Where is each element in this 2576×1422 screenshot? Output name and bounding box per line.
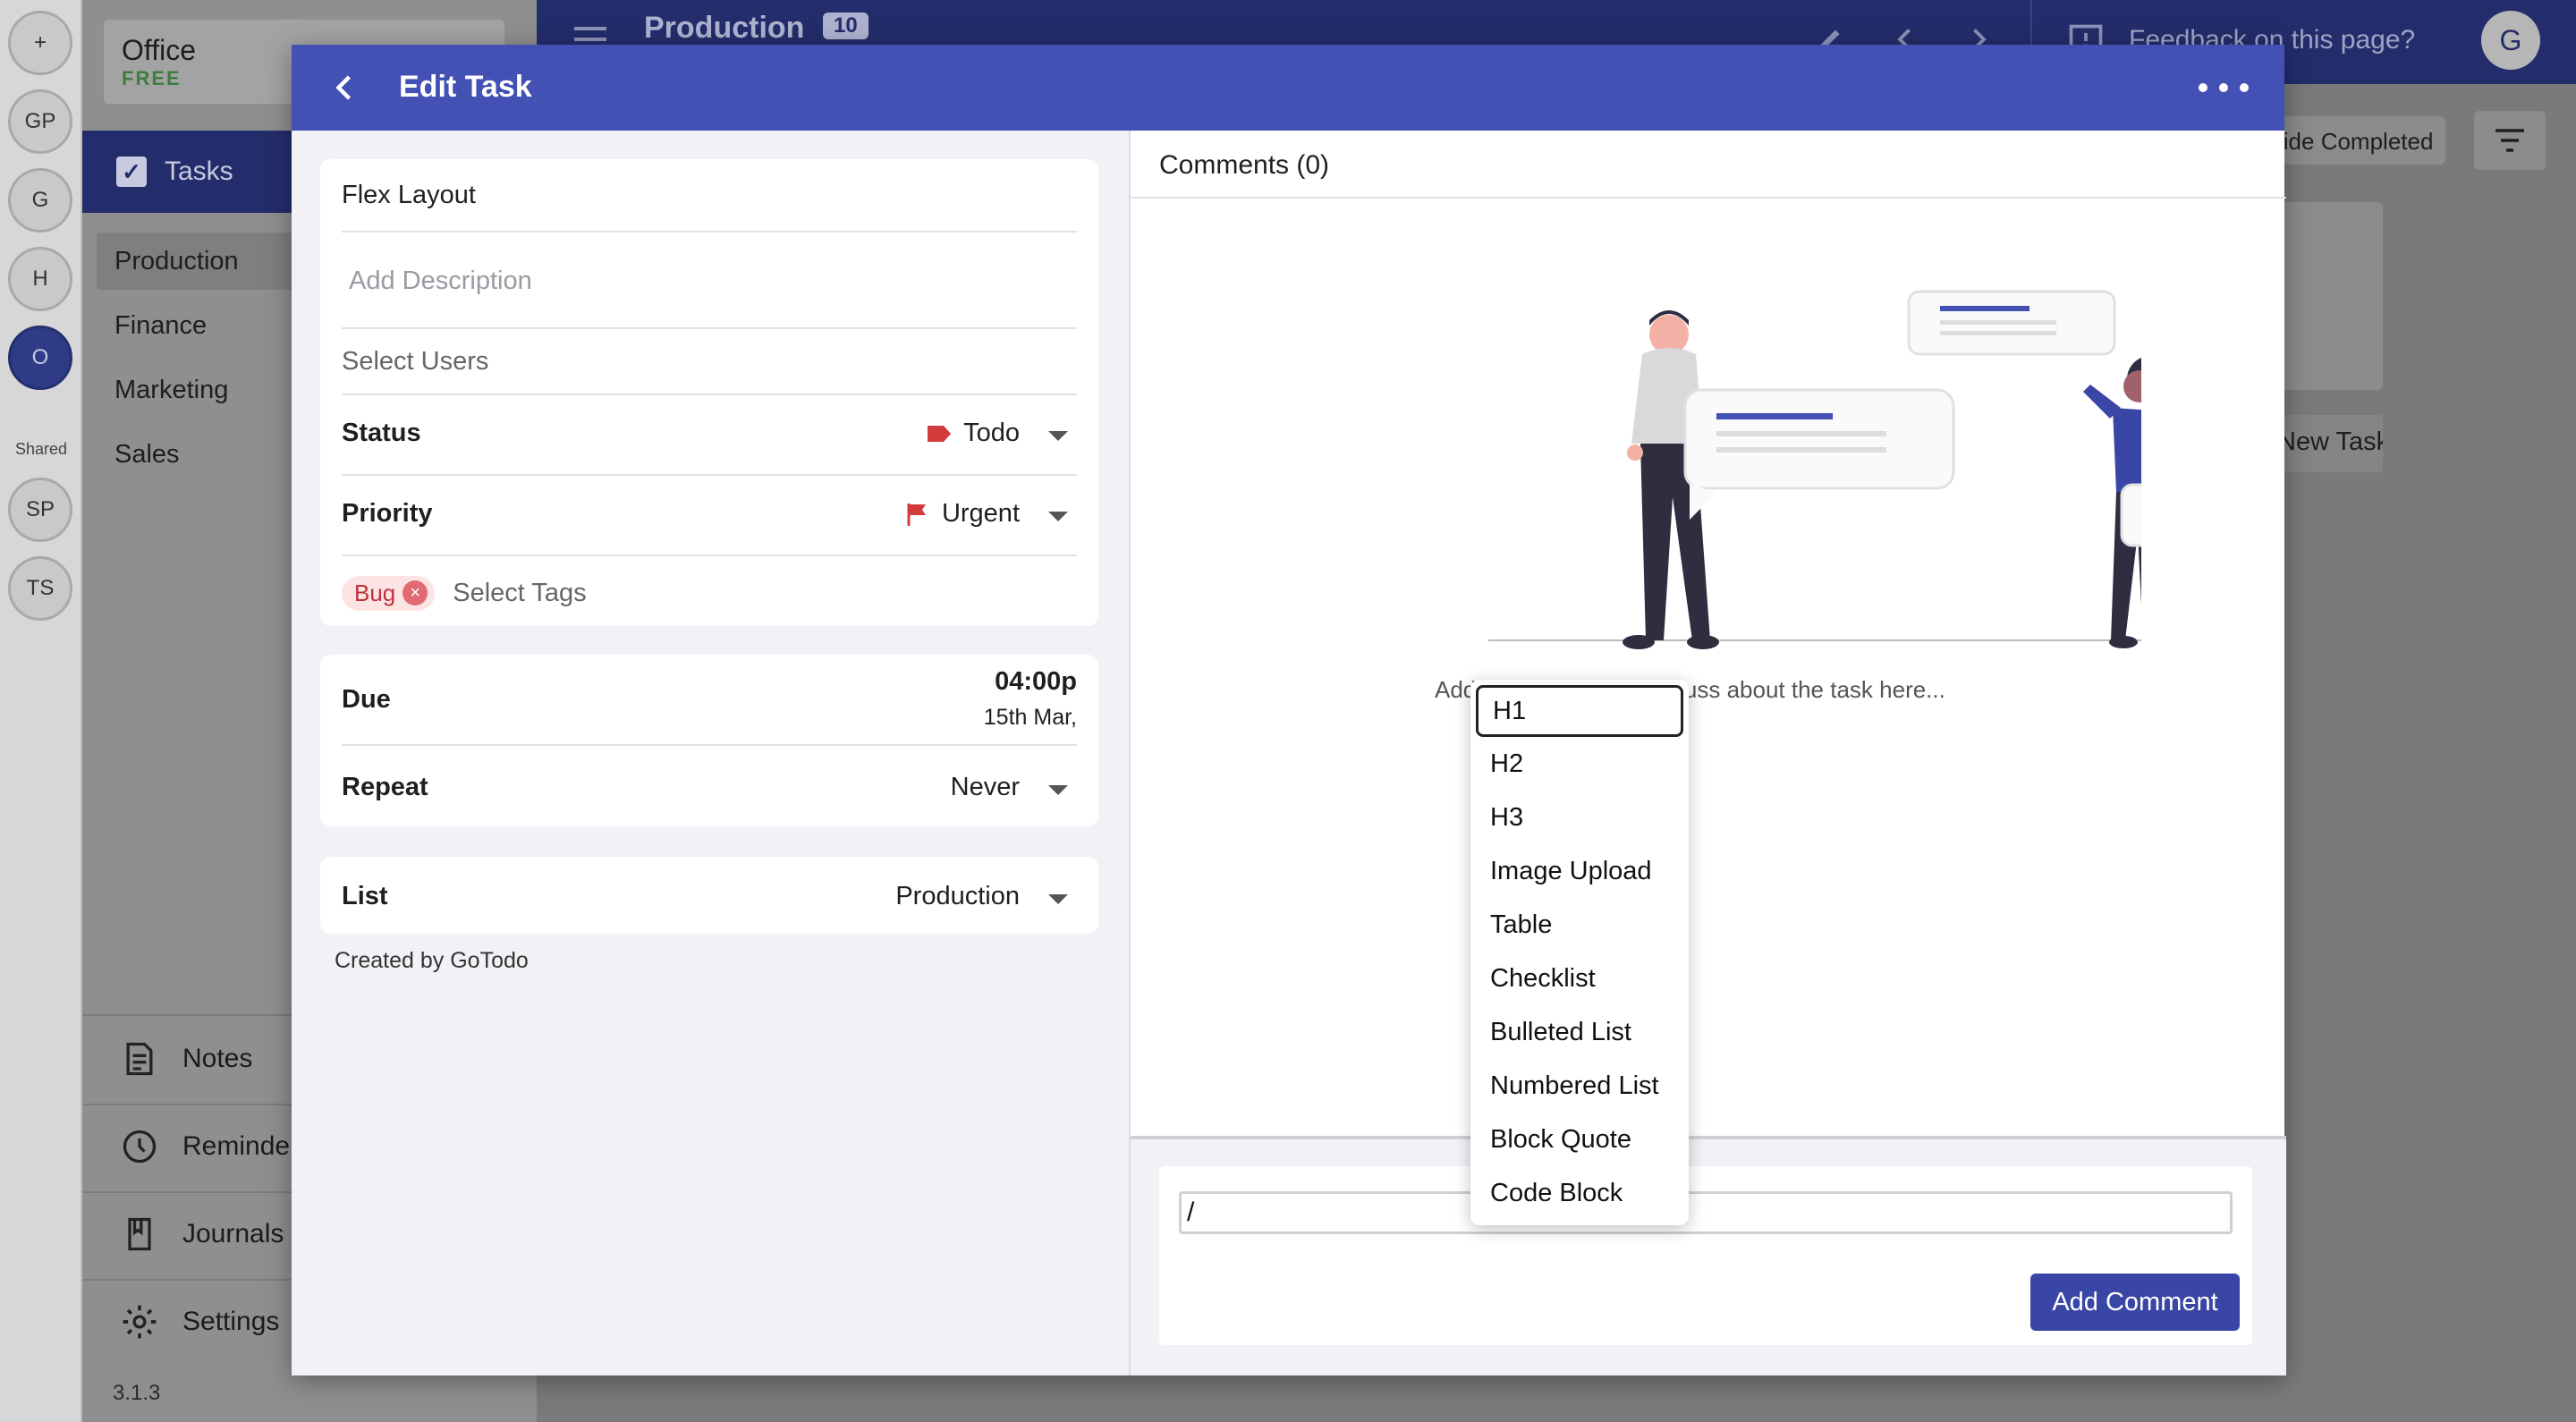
due-field[interactable]: Due 04:00p 15th Mar, — [342, 655, 1077, 746]
list-field[interactable]: List Production — [342, 857, 1077, 934]
select-users-field[interactable]: Select Users — [342, 329, 1077, 395]
chevron-down-icon[interactable] — [1048, 785, 1068, 795]
flag-icon — [907, 503, 926, 526]
sidebar-item-label: Settings — [182, 1307, 280, 1336]
slash-menu-item-h1[interactable]: H1 — [1476, 685, 1683, 737]
repeat-label: Repeat — [342, 773, 428, 801]
workspace-h[interactable]: H — [8, 247, 72, 311]
comment-input[interactable] — [1179, 1191, 2233, 1234]
status-label: Status — [342, 419, 421, 447]
task-group-card — [2272, 202, 2383, 390]
list-label: List — [342, 882, 388, 910]
tags-field[interactable]: Bug × Select Tags — [342, 572, 1077, 614]
description-placeholder[interactable]: Add Description — [349, 267, 532, 296]
workspace-o[interactable]: O — [8, 326, 72, 390]
sidebar-item-label: Notes — [182, 1044, 253, 1073]
created-by-text: Created by GoTodo — [335, 948, 529, 973]
list-value[interactable]: Production — [895, 882, 1020, 911]
sidebar-item-settings[interactable]: Settings — [120, 1302, 279, 1342]
task-details-card: Flex Layout Add Description Select Users… — [320, 159, 1098, 626]
slash-menu-item-h2[interactable]: H2 — [1470, 737, 1689, 791]
sidebar-item-journals[interactable]: Journals — [120, 1215, 284, 1254]
avatar[interactable]: G — [2481, 11, 2540, 70]
list-card: List Production — [320, 857, 1098, 934]
back-arrow-icon[interactable] — [329, 72, 361, 104]
sidebar-section-label: Tasks — [165, 157, 233, 186]
repeat-field[interactable]: Repeat Never — [342, 746, 1077, 826]
sidebar-item-notes[interactable]: Notes — [120, 1039, 252, 1079]
slash-menu-item-bulleted-list[interactable]: Bulleted List — [1470, 1005, 1689, 1059]
priority-value[interactable]: Urgent — [906, 499, 1020, 529]
slash-menu-item-block-quote[interactable]: Block Quote — [1470, 1113, 1689, 1166]
slash-menu-item-image-upload[interactable]: Image Upload — [1470, 844, 1689, 898]
notes-icon — [126, 1042, 153, 1076]
task-count-badge: 10 — [823, 13, 869, 39]
due-time[interactable]: 04:00p — [995, 667, 1077, 697]
close-icon[interactable]: × — [402, 580, 428, 605]
slash-command-menu: H1 H2 H3 Image Upload Table Checklist Bu… — [1470, 680, 1689, 1225]
slash-menu-item-table[interactable]: Table — [1470, 898, 1689, 952]
priority-text: Urgent — [941, 499, 1020, 528]
priority-label: Priority — [342, 499, 433, 528]
comments-header: Comments (0) — [1131, 131, 2286, 199]
task-title-text[interactable]: Flex Layout — [342, 181, 476, 210]
workspace-g[interactable]: G — [8, 168, 72, 233]
sidebar-item-reminders[interactable]: Reminders — [120, 1127, 312, 1166]
filter-icon — [2496, 129, 2524, 152]
slash-menu-item-h3[interactable]: H3 — [1470, 791, 1689, 844]
label-tag-icon — [928, 425, 952, 442]
book-icon — [128, 1217, 151, 1251]
chevron-down-icon[interactable] — [1048, 512, 1068, 521]
comment-composer: Add Comment — [1131, 1136, 2286, 1375]
add-comment-button[interactable]: Add Comment — [2030, 1274, 2240, 1331]
description-field[interactable]: Add Description — [342, 233, 1077, 329]
edit-task-dialog: Edit Task Flex Layout Add Description Se… — [292, 45, 2286, 1375]
clock-icon — [123, 1130, 157, 1164]
slash-menu-item-numbered-list[interactable]: Numbered List — [1470, 1059, 1689, 1113]
comments-panel: Comments (0) Add more details or discuss… — [1129, 131, 2286, 1375]
due-label: Due — [342, 685, 391, 714]
comment-card: Add Comment — [1159, 1166, 2252, 1345]
workspace-gp[interactable]: GP — [8, 89, 72, 154]
due-date[interactable]: 15th Mar, — [984, 705, 1077, 731]
conversation-illustration — [1488, 290, 2141, 649]
checkbox-icon: ✓ — [116, 157, 147, 187]
gear-icon — [123, 1305, 157, 1339]
select-users-placeholder[interactable]: Select Users — [342, 347, 488, 377]
add-workspace-button[interactable]: + — [8, 11, 72, 75]
repeat-value[interactable]: Never — [951, 773, 1020, 802]
page-title: Production — [644, 11, 805, 45]
task-title-field[interactable]: Flex Layout — [342, 181, 1077, 233]
shared-label: Shared — [14, 440, 68, 458]
chevron-down-icon[interactable] — [1048, 431, 1068, 441]
tag-chip-label: Bug — [354, 579, 396, 606]
slash-menu-item-checklist[interactable]: Checklist — [1470, 952, 1689, 1005]
workspace-sp[interactable]: SP — [8, 478, 72, 542]
app-version: 3.1.3 — [113, 1381, 161, 1405]
select-tags-placeholder[interactable]: Select Tags — [453, 579, 586, 608]
status-text: Todo — [963, 419, 1020, 447]
sidebar-item-label: Journals — [182, 1219, 284, 1248]
status-field[interactable]: Status Todo — [342, 395, 1077, 476]
workspace-rail: + GP G H O Shared SP TS — [0, 0, 82, 1422]
more-options-icon[interactable] — [2199, 70, 2249, 106]
slash-menu-item-code-block[interactable]: Code Block — [1470, 1166, 1689, 1220]
schedule-card: Due 04:00p 15th Mar, Repeat Never — [320, 655, 1098, 826]
workspace-ts[interactable]: TS — [8, 556, 72, 621]
chevron-down-icon[interactable] — [1048, 894, 1068, 904]
new-task-button[interactable]: New Task — [2272, 415, 2383, 472]
filter-button[interactable] — [2474, 111, 2546, 170]
dialog-title: Edit Task — [399, 70, 532, 104]
dialog-header: Edit Task — [292, 45, 2284, 131]
status-value[interactable]: Todo — [926, 419, 1020, 448]
tag-chip-bug: Bug × — [342, 575, 436, 611]
priority-field[interactable]: Priority Urgent — [342, 476, 1077, 556]
